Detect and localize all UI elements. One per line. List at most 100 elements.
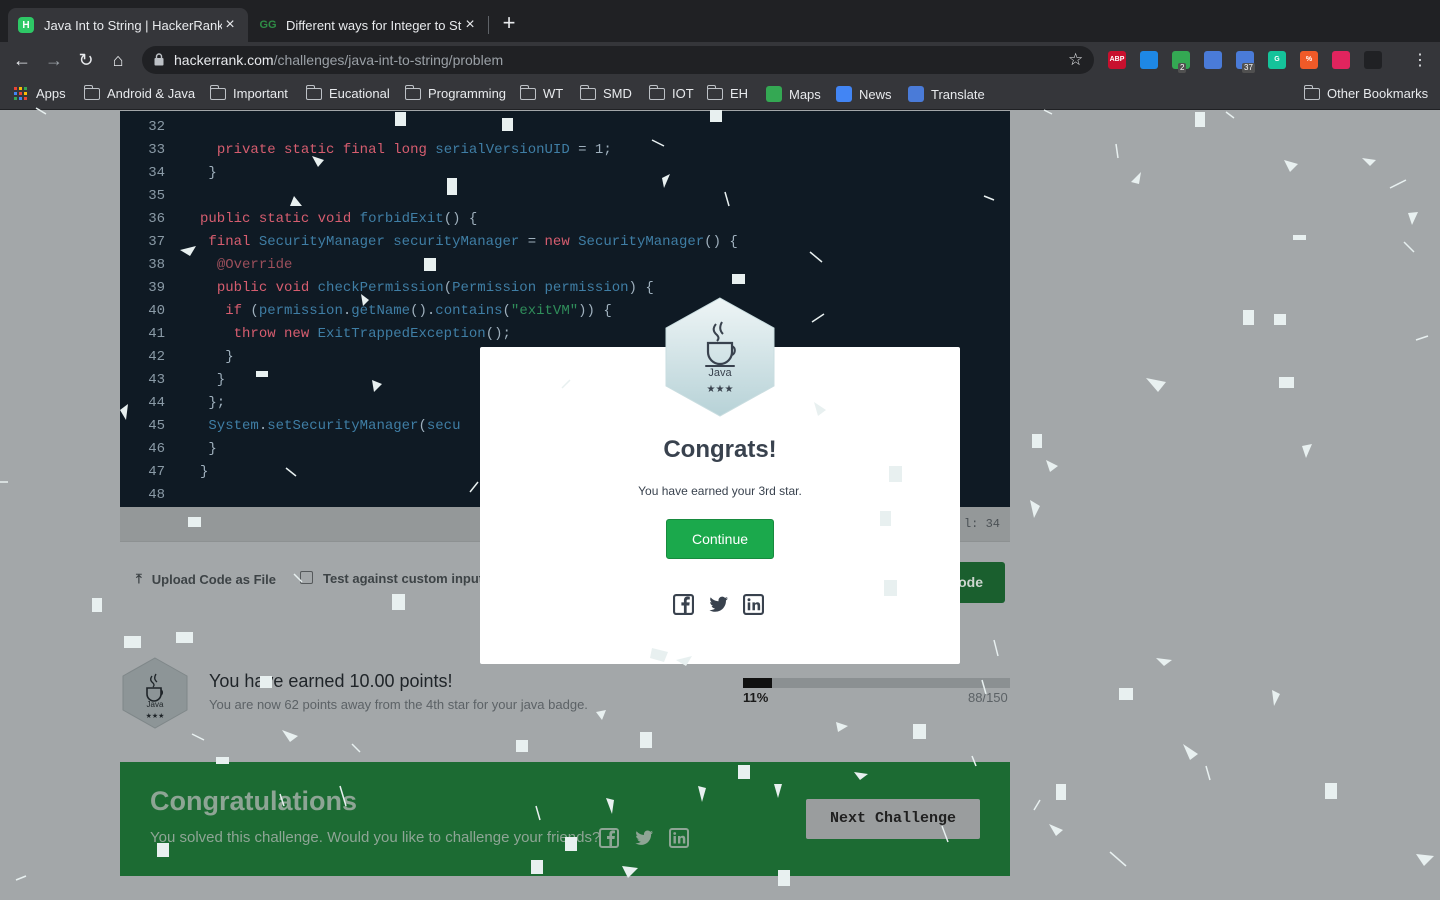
bookmark-apps[interactable]: Apps: [14, 86, 66, 101]
java-badge-small: Java ★★★: [122, 657, 188, 729]
line-number: 36: [148, 211, 165, 227]
extension-badge: 37: [1242, 63, 1255, 73]
line-number: 46: [148, 441, 165, 457]
bookmark-wt[interactable]: WT: [519, 84, 564, 101]
line-number: 38: [148, 257, 165, 273]
line-number: 42: [148, 349, 165, 365]
badge-stars: ★★★: [146, 712, 165, 720]
bookmark-smd[interactable]: SMD: [579, 84, 632, 101]
percent-extension-icon[interactable]: %: [1300, 51, 1318, 69]
twitter-icon[interactable]: [634, 828, 654, 848]
other-bookmarks[interactable]: Other Bookmarks: [1303, 84, 1428, 101]
bookmark-eucational[interactable]: Eucational: [305, 84, 390, 101]
line-number: 44: [148, 395, 165, 411]
folder-icon: [83, 84, 100, 100]
custom-input-label[interactable]: Test against custom input: [323, 571, 483, 586]
bookmark-important[interactable]: Important: [209, 84, 288, 101]
badge-progress-bar: [743, 678, 1010, 688]
folder-icon: [1303, 84, 1320, 100]
bookmark-programming[interactable]: Programming: [404, 84, 506, 101]
facebook-icon[interactable]: [673, 594, 694, 615]
forward-icon[interactable]: →: [42, 48, 66, 72]
bookmark-label: Apps: [36, 86, 66, 101]
modal-badge-stars: ★★★: [707, 384, 734, 395]
continue-button[interactable]: Continue: [666, 519, 774, 559]
linkedin-icon[interactable]: [743, 594, 764, 615]
upload-code-button[interactable]: ⤒ Upload Code as File: [136, 571, 276, 587]
url-text[interactable]: hackerrank.com/challenges/java-int-to-st…: [174, 52, 503, 68]
extension-blue-icon[interactable]: [1140, 51, 1158, 69]
bookmark-label: IOT: [672, 86, 694, 101]
tab-separator: [488, 16, 489, 34]
modal-badge-name: Java: [708, 367, 732, 379]
code-text: }: [200, 165, 217, 181]
bookmark-label: Translate: [931, 86, 985, 102]
bookmark-eh[interactable]: EH: [706, 84, 749, 101]
line-number: 43: [148, 372, 165, 388]
line-number: 39: [148, 280, 165, 296]
cursor-position: l: 34: [963, 517, 1000, 531]
twitter-icon[interactable]: [708, 594, 729, 615]
code-text: }: [200, 372, 226, 388]
line-number: 37: [148, 234, 165, 250]
bookmark-translate[interactable]: Translate: [908, 86, 985, 102]
code-text: System.setSecurityManager(secu: [208, 418, 461, 434]
upload-icon: ⤒: [136, 571, 142, 586]
code-text: @Override: [216, 257, 293, 273]
screenshot-extension-icon[interactable]: [1332, 51, 1350, 69]
linkedin-icon[interactable]: [669, 828, 689, 848]
bookmark-iot[interactable]: IOT: [648, 84, 694, 101]
adblock-icon[interactable]: ABP: [1108, 51, 1126, 69]
code-text: final SecurityManager securityManager = …: [208, 234, 738, 250]
tab-active[interactable]: H Java Int to String | HackerRank ×: [8, 8, 248, 42]
maps-icon: [766, 86, 782, 102]
extension-badge: 2: [1178, 63, 1187, 73]
line-number: 48: [148, 487, 165, 503]
modal-subtitle: You have earned your 3rd star.: [638, 484, 802, 498]
facebook-icon[interactable]: [599, 828, 619, 848]
home-icon[interactable]: ⌂: [106, 48, 130, 72]
close-tab-icon[interactable]: ×: [222, 16, 238, 34]
folder-icon: [305, 84, 322, 100]
badge-progress-fill: [743, 678, 773, 688]
code-text: }: [200, 464, 209, 480]
bookmark-label: WT: [543, 86, 564, 101]
geeksforgeeks-favicon-icon: GG: [259, 19, 277, 31]
translate-extension-icon[interactable]: [1204, 51, 1222, 69]
folder-icon: [209, 84, 226, 100]
hackerrank-favicon-icon: H: [18, 17, 34, 33]
profile-extension-icon[interactable]: [1364, 51, 1382, 69]
bookmark-label: News: [859, 86, 892, 102]
custom-input-checkbox[interactable]: [300, 571, 313, 584]
translate-icon: [908, 86, 924, 102]
code-text: }: [200, 441, 217, 457]
code-text: }: [200, 349, 234, 365]
new-tab-button[interactable]: +: [498, 12, 520, 34]
bookmark-news[interactable]: News: [836, 86, 892, 102]
bookmark-label: EH: [730, 86, 749, 101]
line-number: 41: [148, 326, 165, 342]
bookmark-star-icon[interactable]: ☆: [1068, 50, 1083, 70]
code-text: public static void forbidExit() {: [200, 211, 478, 227]
tab-inactive[interactable]: GG Different ways for Integer to St ×: [250, 8, 488, 42]
back-icon[interactable]: ←: [10, 48, 34, 72]
bookmark-maps[interactable]: Maps: [766, 86, 821, 102]
code-text: if (permission.getName().contains("exitV…: [225, 303, 612, 319]
grammarly-icon[interactable]: G: [1268, 51, 1286, 69]
badge-name: Java: [147, 700, 164, 709]
next-challenge-button[interactable]: Next Challenge: [806, 799, 980, 839]
folder-icon: [404, 84, 421, 100]
bookmark-android-java[interactable]: Android & Java: [83, 84, 195, 101]
lock-icon[interactable]: [154, 53, 164, 66]
bookmark-label: Maps: [789, 86, 821, 102]
code-text: throw new ExitTrappedException();: [233, 326, 511, 342]
bookmark-label: SMD: [603, 86, 632, 101]
progress-percent: 11%: [743, 690, 769, 705]
line-number: 40: [148, 303, 165, 319]
java-badge-large: Java ★★★: [665, 297, 775, 417]
line-number: 45: [148, 418, 165, 434]
reload-icon[interactable]: ↻: [74, 48, 98, 72]
menu-kebab-icon[interactable]: ⋮: [1412, 50, 1428, 70]
close-tab-icon[interactable]: ×: [462, 16, 478, 34]
news-icon: [836, 86, 852, 102]
